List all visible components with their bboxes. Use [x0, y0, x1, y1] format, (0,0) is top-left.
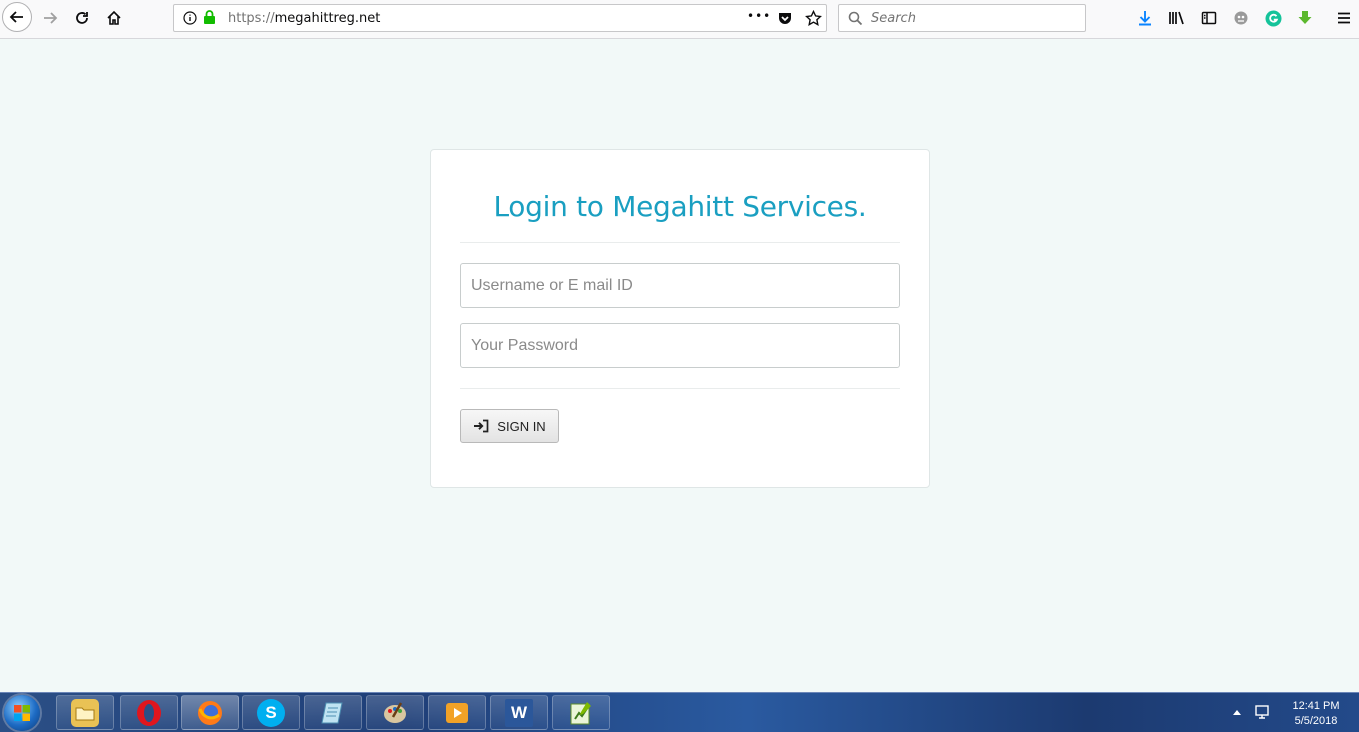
home-button[interactable] — [100, 4, 128, 32]
password-input[interactable] — [460, 323, 900, 368]
search-icon — [848, 11, 863, 26]
taskbar-word[interactable]: W — [490, 695, 548, 730]
url-scheme: https:// — [228, 11, 275, 26]
downloads-button[interactable] — [1131, 4, 1159, 32]
url-text[interactable]: https://megahittreg.net — [228, 11, 380, 26]
home-icon — [107, 10, 121, 25]
taskbar-media-player[interactable] — [428, 695, 486, 730]
grammarly-button[interactable] — [1259, 4, 1287, 32]
taskbar-skype[interactable]: S — [242, 695, 300, 730]
url-host: megahittreg.net — [274, 11, 381, 26]
extension-ghost-button[interactable] — [1227, 4, 1255, 32]
forward-button[interactable] — [36, 4, 64, 32]
show-hidden-icons-arrow[interactable] — [1232, 708, 1242, 716]
windows-logo-icon — [14, 705, 30, 721]
info-icon[interactable] — [183, 11, 197, 25]
sign-in-label: SIGN IN — [497, 418, 546, 434]
sign-in-button[interactable]: SIGN IN — [460, 409, 559, 443]
browser-toolbar: https://megahittreg.net ••• Search — [0, 0, 1359, 39]
ghost-extension-icon — [1234, 11, 1248, 25]
download-arrow-icon — [1139, 11, 1151, 26]
opera-icon — [137, 699, 161, 726]
reload-icon — [76, 12, 88, 24]
reload-button[interactable] — [68, 4, 96, 32]
clock-date: 5/5/2018 — [1294, 715, 1338, 727]
title-divider — [460, 242, 900, 243]
taskbar-paint[interactable] — [366, 695, 424, 730]
skype-icon: S — [257, 698, 285, 727]
library-button[interactable] — [1163, 4, 1191, 32]
word-icon: W — [505, 698, 533, 727]
arrow-right-icon — [44, 12, 58, 24]
lock-icon[interactable] — [203, 10, 216, 25]
search-placeholder: Search — [871, 11, 916, 26]
clock-time: 12:41 PM — [1292, 700, 1340, 712]
network-icon[interactable] — [1254, 704, 1272, 722]
media-player-icon — [446, 702, 468, 723]
taskbar: S W 12:41 PM 5/5/2018 — [0, 692, 1359, 732]
url-bar[interactable]: https://megahittreg.net ••• — [173, 4, 827, 32]
paint-palette-icon — [384, 701, 406, 723]
notepad-icon — [321, 702, 343, 723]
chart-app-icon — [570, 701, 591, 724]
taskbar-opera[interactable] — [120, 695, 178, 730]
pocket-icon[interactable] — [777, 10, 793, 26]
taskbar-file-explorer[interactable] — [56, 695, 114, 730]
taskbar-chart-app[interactable] — [552, 695, 610, 730]
sign-in-icon — [474, 419, 489, 433]
arrow-left-icon — [9, 11, 23, 23]
page-actions-button[interactable]: ••• — [747, 9, 771, 23]
login-card: Login to Megahitt Services. SIGN IN — [430, 149, 930, 488]
login-title: Login to Megahitt Services. — [493, 190, 867, 223]
username-input[interactable] — [460, 263, 900, 308]
start-button[interactable] — [4, 695, 40, 731]
sidebar-button[interactable] — [1195, 4, 1223, 32]
download-helper-button[interactable] — [1291, 4, 1319, 32]
taskbar-clock[interactable]: 12:41 PM 5/5/2018 — [1288, 699, 1344, 729]
search-box[interactable]: Search — [838, 4, 1086, 32]
taskbar-firefox[interactable] — [181, 695, 239, 730]
hamburger-menu-icon — [1338, 12, 1350, 24]
grammarly-icon — [1265, 10, 1281, 26]
sidebar-icon — [1201, 11, 1217, 25]
green-download-icon — [1298, 11, 1312, 24]
back-button[interactable] — [2, 2, 32, 32]
bookmark-star-icon[interactable] — [805, 10, 822, 27]
folder-icon — [71, 698, 99, 727]
form-divider — [460, 388, 900, 389]
menu-button[interactable] — [1330, 4, 1358, 32]
firefox-icon — [198, 700, 222, 725]
taskbar-notepad[interactable] — [304, 695, 362, 730]
library-icon — [1169, 11, 1184, 25]
